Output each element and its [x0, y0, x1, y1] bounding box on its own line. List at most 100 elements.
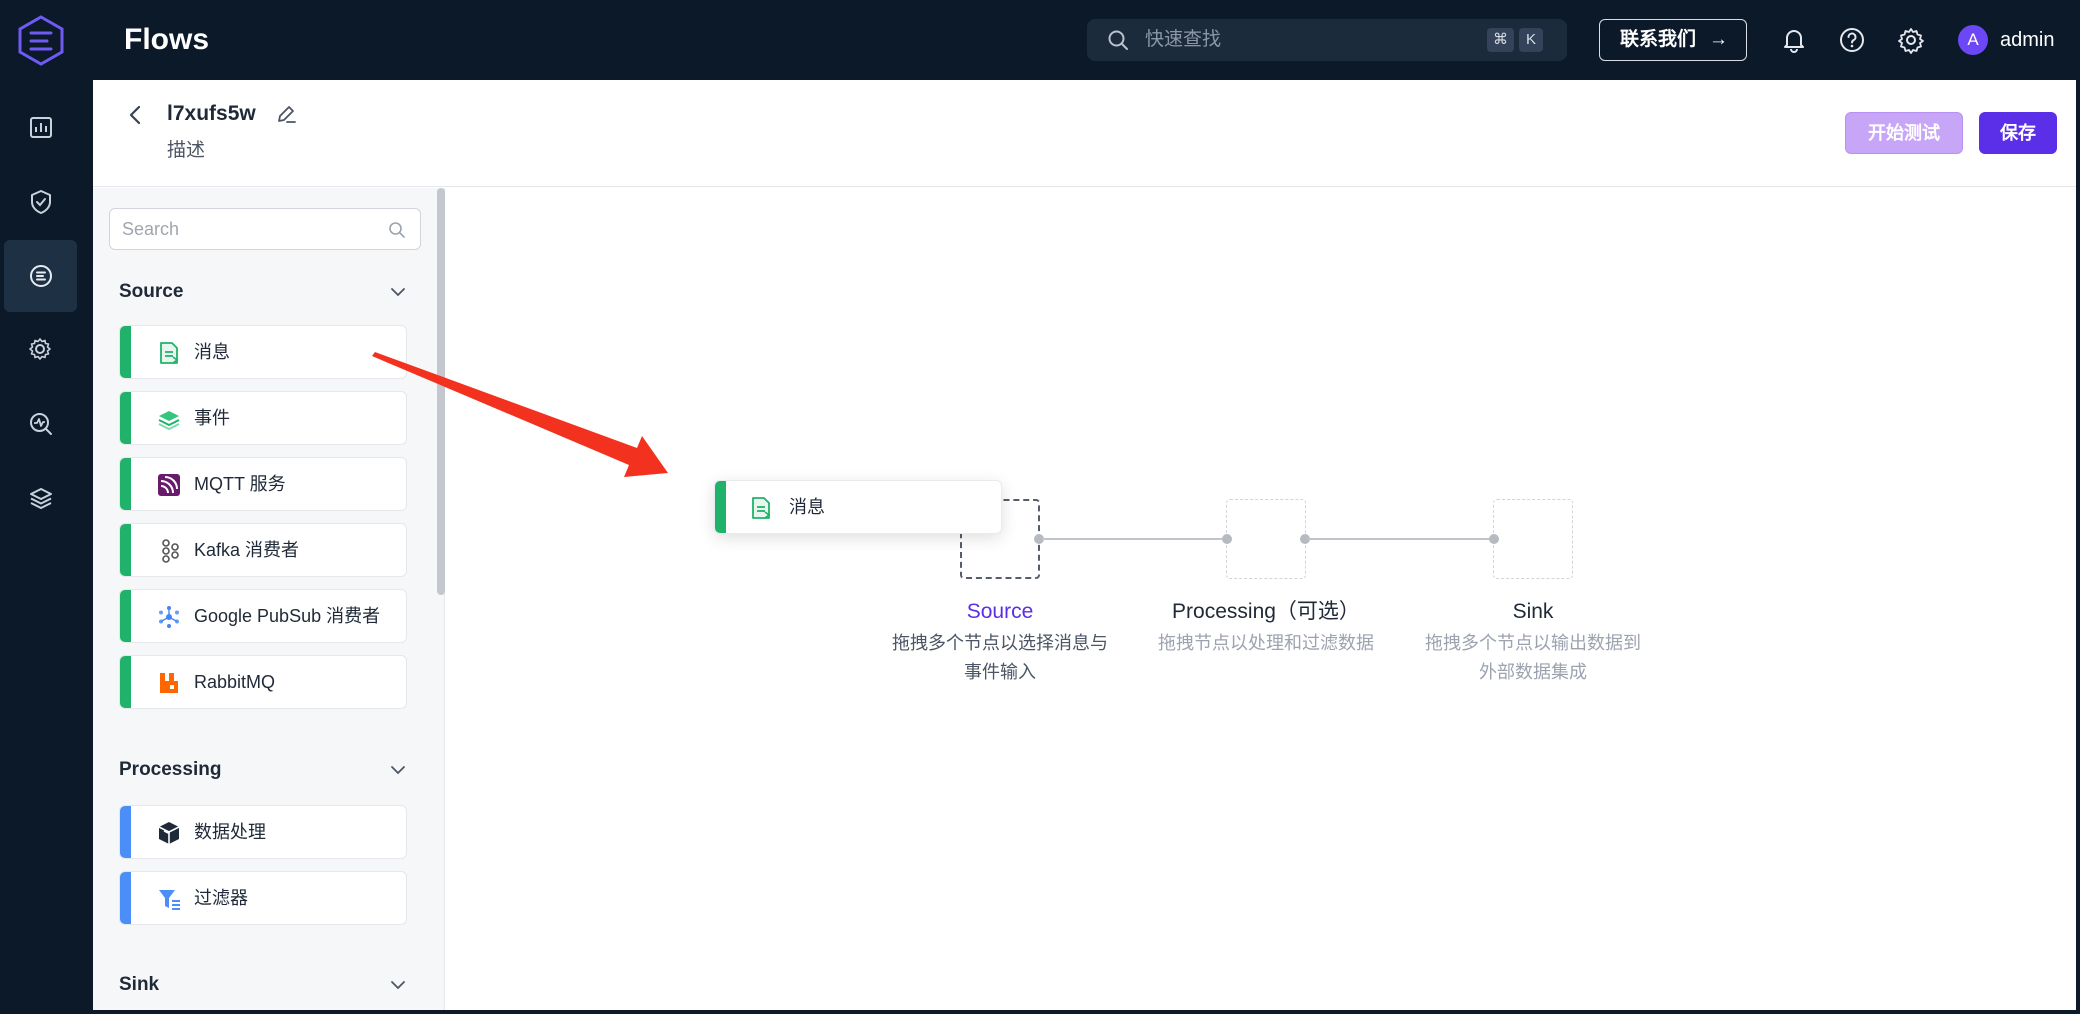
node-label: Google PubSub 消费者: [194, 606, 381, 626]
step-processing-desc: 拖拽节点以处理和过滤数据: [1126, 629, 1406, 658]
flows-icon: [29, 265, 52, 287]
sink-input-port[interactable]: [1489, 534, 1499, 544]
layers-icon: [29, 488, 52, 509]
node-label: RabbitMQ: [194, 672, 276, 692]
dashboard-icon: [29, 117, 52, 138]
settings-gear-icon[interactable]: [1897, 26, 1925, 54]
processing-drop-slot[interactable]: [1226, 499, 1306, 579]
node-label: 消息: [194, 342, 230, 362]
step-sink-desc-line1: 拖拽多个节点以输出数据到: [1425, 633, 1641, 653]
nav-dashboard[interactable]: [4, 92, 77, 164]
node-accent-bar: [120, 872, 131, 924]
sidebar-scrollbar[interactable]: [437, 188, 445, 595]
flow-name: l7xufs5w: [167, 102, 256, 125]
help-icon[interactable]: [1838, 26, 1866, 54]
mqtt-icon: [158, 474, 180, 496]
node-data-processing[interactable]: 数据处理: [119, 805, 407, 859]
search-icon: [389, 222, 405, 238]
node-kafka-consumer[interactable]: Kafka 消费者: [119, 523, 407, 577]
node-accent-bar: [120, 590, 131, 642]
step-source-desc-line1: 拖拽多个节点以选择消息与: [892, 633, 1108, 653]
node-label: 事件: [194, 408, 230, 428]
node-label: 过滤器: [194, 888, 248, 908]
flow-description[interactable]: 描述: [167, 136, 205, 166]
message-doc-icon: [752, 497, 771, 519]
user-name[interactable]: admin: [2000, 25, 2054, 55]
flow-canvas[interactable]: Source 拖拽多个节点以选择消息与 事件输入 Processing（可选） …: [446, 188, 2076, 1010]
node-rabbitmq[interactable]: RabbitMQ: [119, 655, 407, 709]
node-google-pubsub-consumer[interactable]: Google PubSub 消费者: [119, 589, 407, 643]
node-event[interactable]: 事件: [119, 391, 407, 445]
contact-us-button[interactable]: 联系我们 →: [1599, 19, 1747, 61]
top-bar: Flows 快速查找 ⌘ K 联系我们 → A admin: [0, 0, 2080, 80]
chevron-down-icon: [391, 766, 405, 775]
node-label: Kafka 消费者: [194, 540, 300, 560]
chevron-down-icon: [391, 981, 405, 990]
node-accent-bar: [120, 458, 131, 510]
node-filter[interactable]: 过滤器: [119, 871, 407, 925]
node-accent-bar: [120, 656, 131, 708]
step-source-desc: 拖拽多个节点以选择消息与 事件输入: [880, 629, 1120, 687]
flow-header: l7xufs5w 描述 开始测试 保存: [93, 80, 2076, 187]
chevron-down-icon: [391, 288, 405, 297]
sink-drop-slot[interactable]: [1493, 499, 1573, 579]
section-source-title: Source: [119, 281, 184, 302]
section-sink-title: Sink: [119, 974, 160, 995]
node-search-input[interactable]: [122, 209, 382, 249]
search-placeholder: 快速查找: [1145, 29, 1222, 50]
nav-management[interactable]: [4, 314, 77, 386]
node-accent-bar: [715, 481, 726, 533]
section-processing-title: Processing: [119, 759, 222, 780]
node-accent-bar: [120, 806, 131, 858]
contact-us-label: 联系我们: [1620, 29, 1697, 50]
message-doc-icon: [160, 342, 179, 364]
section-processing-header[interactable]: Processing: [119, 755, 411, 785]
data-processing-icon: [158, 822, 180, 844]
step-source-desc-line2: 事件输入: [964, 662, 1036, 682]
node-label: 数据处理: [194, 822, 266, 842]
node-accent-bar: [120, 392, 131, 444]
nav-flows[interactable]: [4, 240, 77, 312]
kafka-icon: [162, 539, 179, 563]
arrow-right-icon: →: [1709, 29, 1728, 50]
left-nav-rail: [0, 80, 93, 1014]
section-sink-header[interactable]: Sink: [119, 970, 411, 1000]
gear-cloud-icon: [28, 338, 51, 360]
nav-access-control[interactable]: [4, 166, 77, 238]
step-processing-title: Processing（可选）: [1172, 600, 1360, 623]
step-sink-desc-line2: 外部数据集成: [1479, 662, 1587, 682]
shield-check-icon: [30, 190, 51, 214]
dragging-node-message[interactable]: 消息: [714, 480, 1002, 534]
node-palette-sidebar: Source 消息 事件 MQTT 服务: [93, 188, 445, 1010]
user-avatar[interactable]: A: [1958, 25, 1988, 55]
node-mqtt-service[interactable]: MQTT 服务: [119, 457, 407, 511]
save-button[interactable]: 保存: [1979, 112, 2057, 154]
search-icon: [1108, 30, 1128, 50]
node-accent-bar: [120, 524, 131, 576]
step-processing-desc-line1: 拖拽节点以处理和过滤数据: [1158, 633, 1374, 653]
processing-input-port[interactable]: [1222, 534, 1232, 544]
shortcut-cmd-key: ⌘: [1487, 28, 1514, 52]
node-search-box[interactable]: [109, 208, 421, 250]
rabbitmq-icon: [160, 673, 178, 693]
step-sink-desc: 拖拽多个节点以输出数据到 外部数据集成: [1413, 629, 1653, 687]
emqx-logo-icon[interactable]: [16, 14, 66, 66]
filter-icon: [159, 890, 180, 910]
connector-line: [1308, 538, 1494, 540]
back-arrow-icon[interactable]: [123, 102, 149, 128]
edit-pencil-icon[interactable]: [274, 102, 298, 126]
start-test-button[interactable]: 开始测试: [1845, 112, 1963, 154]
event-layers-icon: [158, 411, 180, 431]
step-source-title: Source: [966, 600, 1034, 623]
nav-monitoring[interactable]: [4, 388, 77, 460]
bell-icon[interactable]: [1780, 26, 1808, 54]
connector-line: [1042, 538, 1226, 540]
global-search[interactable]: 快速查找 ⌘ K: [1087, 19, 1567, 61]
node-message[interactable]: 消息: [119, 325, 407, 379]
section-source-header[interactable]: Source: [119, 277, 411, 307]
nav-integration[interactable]: [4, 462, 77, 534]
monitor-search-icon: [29, 413, 52, 435]
pubsub-icon: [159, 606, 179, 628]
dragging-node-label: 消息: [789, 497, 825, 517]
shortcut-k-key: K: [1519, 28, 1543, 52]
